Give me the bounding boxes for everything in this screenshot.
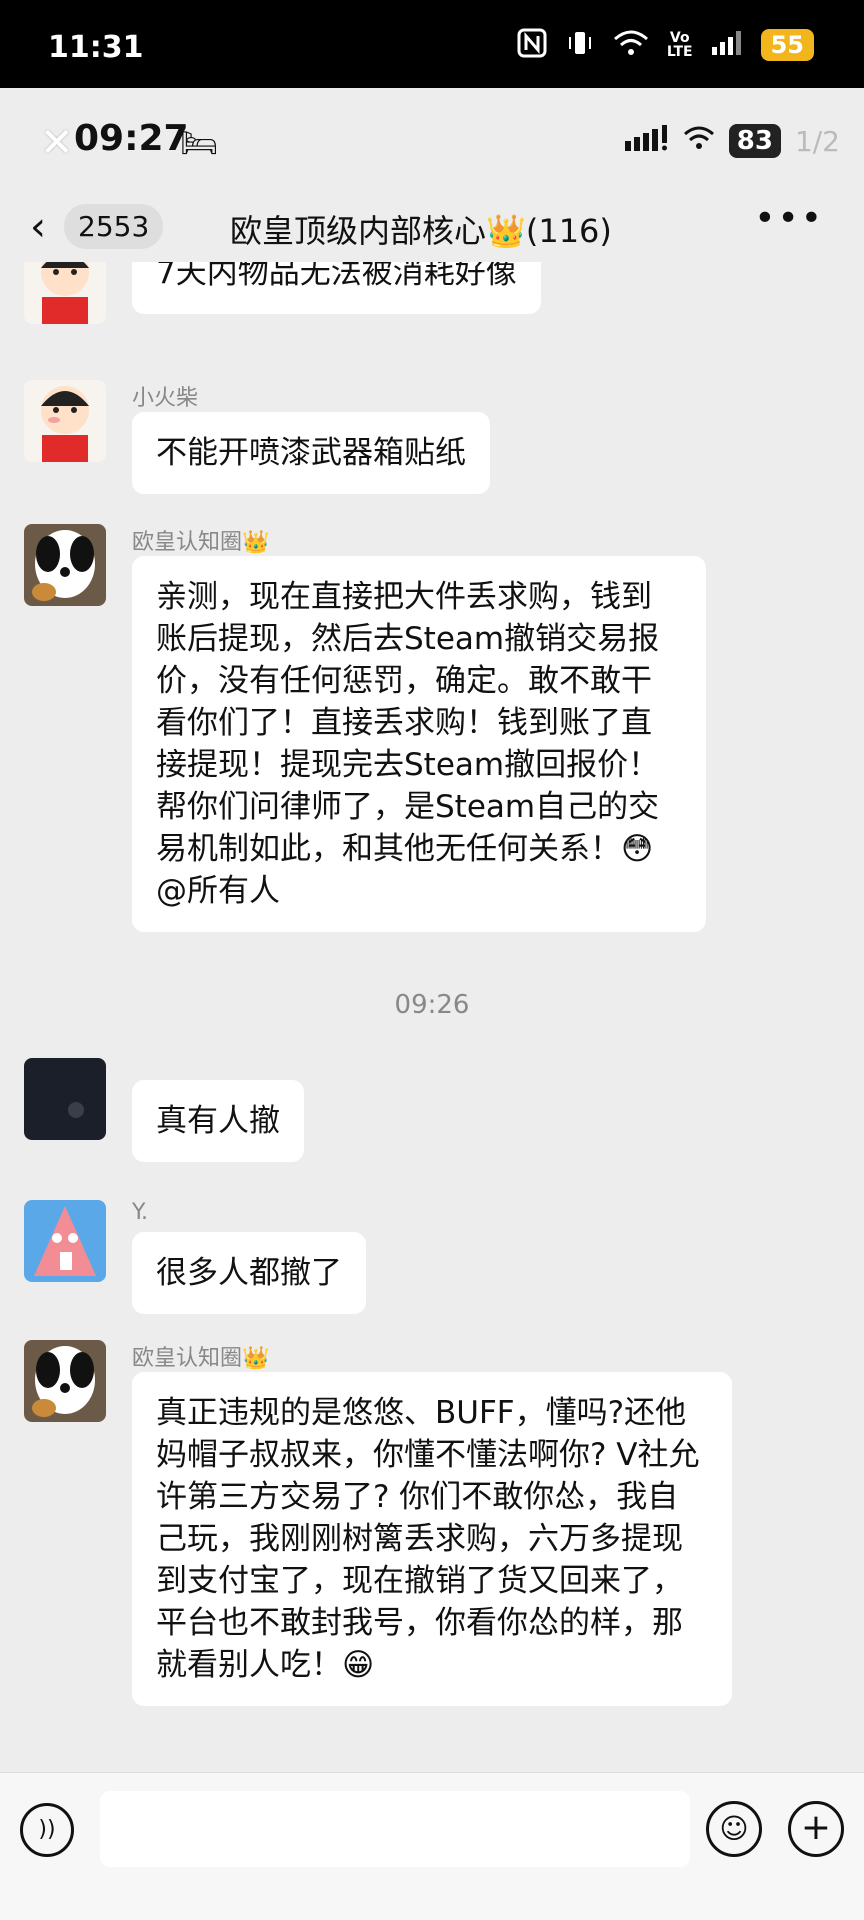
input-bar: )) ☺ +	[0, 1772, 864, 1920]
outer-status-time: 11:31	[48, 30, 144, 65]
outer-status-bar: 11:31 Vo LTE 55	[0, 0, 864, 88]
avatar[interactable]	[24, 1058, 106, 1140]
avatar[interactable]	[24, 1200, 106, 1282]
vibrate-icon	[565, 28, 595, 62]
avatar[interactable]	[24, 262, 106, 324]
signal-icon	[711, 29, 743, 61]
outer-battery-indicator: 55	[760, 29, 814, 61]
chat-title: 欧皇顶级内部核心👑(116)	[230, 212, 612, 250]
sender-name: Y.	[132, 1200, 148, 1225]
inner-status-time: 09:27	[74, 118, 189, 159]
wifi-icon	[613, 29, 649, 61]
close-icon[interactable]: ✕	[40, 120, 74, 166]
volte-icon: Vo LTE	[666, 30, 693, 60]
inner-wifi-icon	[683, 125, 715, 158]
emoji-icon[interactable]: ☺	[706, 1801, 762, 1857]
sender-name: 欧皇认知圈👑	[132, 530, 270, 555]
message-input[interactable]	[100, 1791, 690, 1867]
add-attachment-icon[interactable]: +	[788, 1801, 844, 1857]
message-bubble[interactable]: 不能开喷漆武器箱贴纸	[132, 412, 490, 494]
page-indicator: 1/2	[794, 124, 840, 158]
outer-status-icons: Vo LTE 55	[517, 28, 814, 62]
chat-header: ‹ 2553 欧皇顶级内部核心👑(116) •••	[0, 190, 864, 262]
message-list[interactable]: 7天内物品无法被消耗好像 小火柴 不能开喷漆武器箱贴纸 欧皇认知圈👑 亲测，现在…	[0, 262, 864, 1772]
message-bubble[interactable]: 很多人都撤了	[132, 1232, 366, 1314]
avatar[interactable]	[24, 1340, 106, 1422]
voice-input-icon[interactable]: ))	[20, 1803, 74, 1857]
sleep-mode-icon: 🛏	[180, 126, 219, 161]
message-bubble[interactable]: 真正违规的是悠悠、BUFF，懂吗?还他妈帽子叔叔来，你懂不懂法啊你? V社允许第…	[132, 1372, 732, 1706]
inner-status-bar: ✕ 09:27 🛏 83 1/2	[0, 88, 864, 190]
avatar[interactable]	[24, 380, 106, 462]
inner-status-icons: 83 1/2	[624, 124, 840, 158]
inner-battery-indicator: 83	[728, 124, 781, 158]
nfc-icon	[517, 28, 547, 62]
message-bubble[interactable]: 真有人撤	[132, 1080, 304, 1162]
avatar[interactable]	[24, 524, 106, 606]
message-bubble[interactable]: 7天内物品无法被消耗好像	[132, 262, 541, 314]
sender-name: 小火柴	[132, 386, 199, 411]
message-timestamp: 09:26	[394, 990, 470, 1020]
message-bubble[interactable]: 亲测，现在直接把大件丢求购，钱到账后提现，然后去Steam撤销交易报价，没有任何…	[132, 556, 706, 932]
more-options-icon[interactable]: •••	[754, 198, 824, 239]
back-icon[interactable]: ‹	[30, 204, 46, 250]
sender-name: 欧皇认知圈👑	[132, 1346, 270, 1371]
unread-count-badge[interactable]: 2553	[64, 204, 164, 249]
inner-signal-icon	[624, 124, 669, 158]
